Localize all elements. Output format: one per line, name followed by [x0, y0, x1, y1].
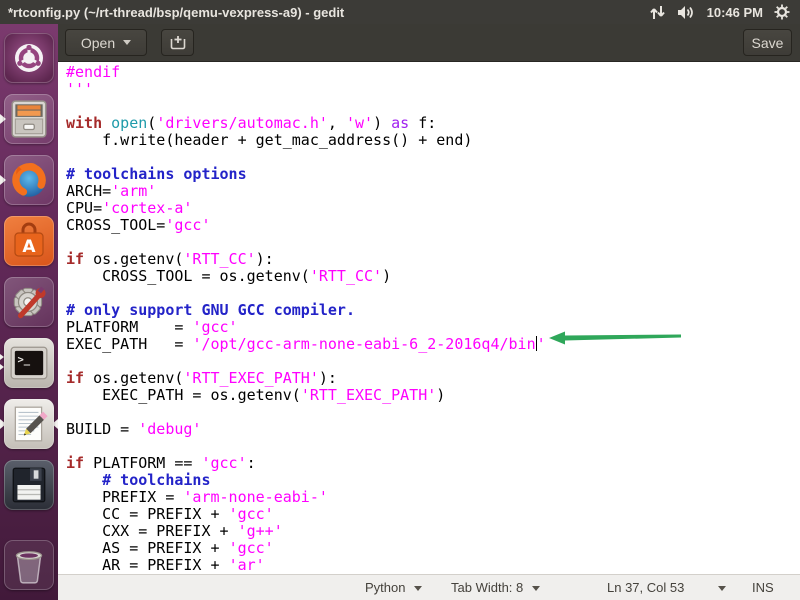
new-document-button[interactable]	[161, 29, 194, 56]
code-line[interactable]: PLATFORM = 'gcc'	[66, 319, 800, 336]
code-line[interactable]: EXEC_PATH = '/opt/gcc-arm-none-eabi-6_2-…	[66, 336, 800, 353]
launcher-item-ubuntu-software[interactable]: A	[4, 216, 54, 266]
gedit-window: Open Save #endif''' with open('drivers/au…	[58, 24, 800, 600]
network-arrows-icon[interactable]	[649, 5, 666, 20]
code-line[interactable]	[66, 404, 800, 421]
code-line[interactable]	[66, 234, 800, 251]
code-line[interactable]: CC = PREFIX + 'gcc'	[66, 506, 800, 523]
session-gear-icon[interactable]	[774, 4, 790, 20]
cursor-position[interactable]: Ln 37, Col 53	[607, 575, 684, 600]
desktop: { "top_bar": { "title": "*rtconfig.py (~…	[0, 0, 800, 600]
code-line[interactable]: #endif	[66, 64, 800, 81]
launcher-item-ubuntu-dash[interactable]	[4, 33, 54, 83]
chevron-down-icon	[532, 586, 540, 595]
code-line[interactable]: PREFIX = 'arm-none-eabi-'	[66, 489, 800, 506]
code-line[interactable]: '''	[66, 81, 800, 98]
code-line[interactable]	[66, 149, 800, 166]
text-editor-icon	[8, 403, 50, 445]
text-area[interactable]: #endif''' with open('drivers/automac.h', …	[58, 63, 800, 574]
code-line[interactable]: CPU='cortex-a'	[66, 200, 800, 217]
volume-icon[interactable]	[677, 5, 696, 20]
file-cabinet-icon	[8, 98, 50, 140]
launcher-item-firefox[interactable]	[4, 155, 54, 205]
code-line[interactable]	[66, 285, 800, 302]
code-line[interactable]: if os.getenv('RTT_CC'):	[66, 251, 800, 268]
code-lines: #endif''' with open('drivers/automac.h', …	[66, 64, 800, 574]
launcher-item-system-settings[interactable]	[4, 277, 54, 327]
code-line[interactable]: EXEC_PATH = os.getenv('RTT_EXEC_PATH')	[66, 387, 800, 404]
goto-line-dropdown[interactable]	[718, 575, 726, 600]
open-button[interactable]: Open	[65, 29, 147, 56]
gear-wrench-icon	[8, 281, 50, 323]
software-bag-icon: A	[9, 221, 49, 261]
tab-width-dropdown[interactable]: Tab Width: 8	[451, 575, 540, 600]
code-line[interactable]: AS = PREFIX + 'gcc'	[66, 540, 800, 557]
trash-icon	[8, 544, 50, 586]
svg-text:A: A	[22, 237, 36, 257]
annotation-arrow	[548, 330, 682, 346]
ubuntu-dash-icon	[10, 39, 48, 77]
save-button-label: Save	[752, 35, 784, 51]
code-line[interactable]: # toolchains options	[66, 166, 800, 183]
code-line[interactable]: f.write(header + get_mac_address() + end…	[66, 132, 800, 149]
code-line[interactable]	[66, 353, 800, 370]
launcher-item-gedit[interactable]	[4, 399, 54, 449]
insert-mode-label: INS	[752, 580, 774, 595]
launcher-item-floppy-archive[interactable]	[4, 460, 54, 510]
code-line[interactable]: if PLATFORM == 'gcc':	[66, 455, 800, 472]
floppy-disk-icon	[8, 464, 50, 506]
terminal-icon: >_	[8, 342, 50, 384]
launcher-item-files[interactable]	[4, 94, 54, 144]
code-line[interactable]: # only support GNU GCC compiler.	[66, 302, 800, 319]
code-line[interactable]: CROSS_TOOL = os.getenv('RTT_CC')	[66, 268, 800, 285]
language-dropdown[interactable]: Python	[365, 575, 422, 600]
code-line[interactable]	[66, 438, 800, 455]
code-line[interactable]: BUILD = 'debug'	[66, 421, 800, 438]
code-line[interactable]: CROSS_TOOL='gcc'	[66, 217, 800, 234]
code-line[interactable]: # toolchains	[66, 472, 800, 489]
open-button-label: Open	[81, 35, 115, 51]
status-bar: Python Tab Width: 8 Ln 37, Col 53 INS	[58, 574, 800, 600]
code-line[interactable]: ARCH='arm'	[66, 183, 800, 200]
firefox-icon	[8, 159, 50, 201]
indicator-area: 10:46 PM	[649, 4, 800, 20]
clock[interactable]: 10:46 PM	[707, 5, 763, 20]
launcher-item-terminal[interactable]: >_	[4, 338, 54, 388]
svg-text:>_: >_	[17, 354, 30, 366]
chevron-down-icon	[123, 40, 131, 49]
insert-mode-indicator[interactable]: INS	[752, 575, 774, 600]
code-line[interactable]	[66, 98, 800, 115]
chevron-down-icon	[414, 586, 422, 595]
window-title: *rtconfig.py (~/rt-thread/bsp/qemu-vexpr…	[8, 5, 344, 20]
launcher-item-trash[interactable]	[4, 540, 54, 590]
unity-launcher: A >_	[0, 24, 58, 600]
top-bar: *rtconfig.py (~/rt-thread/bsp/qemu-vexpr…	[0, 0, 800, 24]
new-document-icon	[170, 35, 186, 50]
code-line[interactable]: if os.getenv('RTT_EXEC_PATH'):	[66, 370, 800, 387]
code-line[interactable]: with open('drivers/automac.h', 'w') as f…	[66, 115, 800, 132]
chevron-down-icon	[718, 586, 726, 595]
tab-width-label: Tab Width: 8	[451, 580, 523, 595]
code-line[interactable]: AR = PREFIX + 'ar'	[66, 557, 800, 574]
language-label: Python	[365, 580, 405, 595]
save-button[interactable]: Save	[743, 29, 792, 56]
gedit-toolbar: Open Save	[58, 24, 800, 62]
code-line[interactable]: CXX = PREFIX + 'g++'	[66, 523, 800, 540]
cursor-position-label: Ln 37, Col 53	[607, 580, 684, 595]
